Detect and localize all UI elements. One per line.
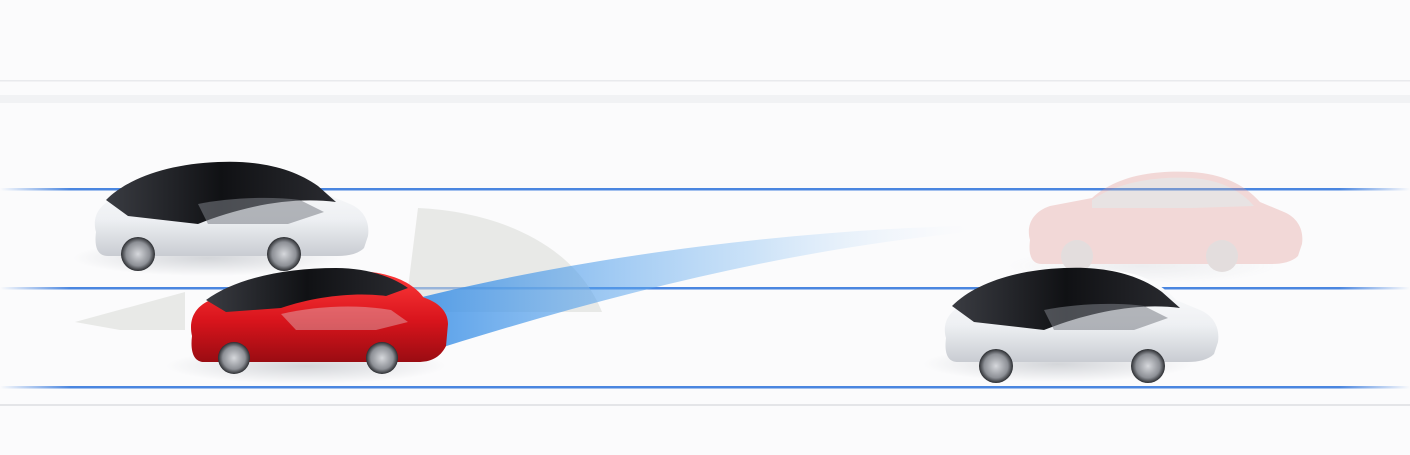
car-wheel [979, 349, 1013, 383]
car-wheel [218, 342, 250, 374]
car-wheel [366, 342, 398, 374]
driving-scene [0, 0, 1410, 455]
lane-line-middle [0, 287, 1410, 290]
car-wheel [121, 237, 155, 271]
lane-line-bottom [0, 386, 1410, 389]
car-wheel [1131, 349, 1165, 383]
car-wheel [267, 237, 301, 271]
